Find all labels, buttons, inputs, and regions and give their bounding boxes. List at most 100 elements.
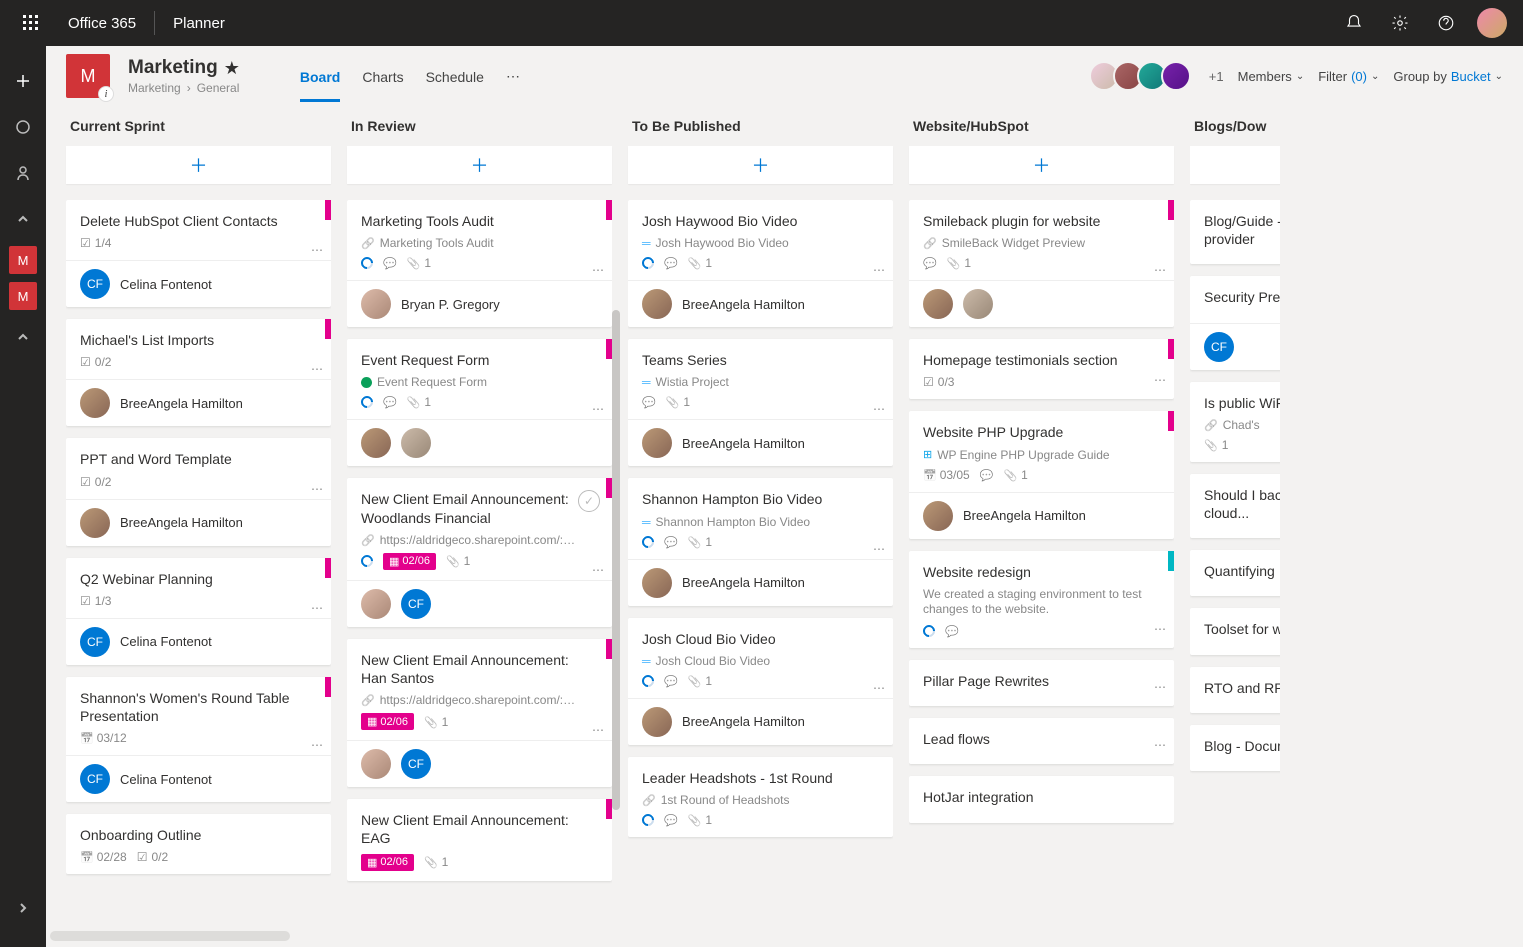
tab-charts[interactable]: Charts <box>362 51 403 102</box>
task-title: Is public WiFi safe? <box>1204 394 1280 412</box>
assignee-avatar <box>361 428 391 458</box>
member-overflow-count[interactable]: +1 <box>1209 69 1224 84</box>
assigned-to-me-icon[interactable] <box>0 150 46 196</box>
task-card[interactable]: Security PresentationCF <box>1190 276 1280 369</box>
task-card[interactable]: Lead flows ⋯ <box>909 718 1174 764</box>
task-card[interactable]: New Client Email Announcement: Han Santo… <box>347 639 612 787</box>
task-card[interactable]: Website redesign We created a staging en… <box>909 551 1174 648</box>
expand-rail-icon[interactable] <box>0 885 46 931</box>
progress-icon <box>640 811 657 828</box>
breadcrumb-group[interactable]: Marketing <box>128 81 181 95</box>
notifications-icon[interactable] <box>1331 0 1377 46</box>
task-card[interactable]: Shannon Hampton Bio Video ═Shannon Hampt… <box>628 478 893 605</box>
profile-avatar[interactable] <box>1469 0 1515 46</box>
task-card[interactable]: Blog - Document mgmt <box>1190 725 1280 771</box>
task-more-icon[interactable]: ⋯ <box>592 263 604 277</box>
task-title: Pillar Page Rewrites <box>923 672 1160 690</box>
task-more-icon[interactable]: ⋯ <box>873 542 885 556</box>
members-dropdown[interactable]: Members ⌄ <box>1238 69 1305 84</box>
planner-hub-icon[interactable] <box>0 104 46 150</box>
task-more-icon[interactable]: ⋯ <box>311 243 323 257</box>
task-card[interactable]: Event Request Form Event Request Form 1 … <box>347 339 612 466</box>
assignee-avatar <box>361 589 391 619</box>
task-more-icon[interactable]: ⋯ <box>592 723 604 737</box>
task-card[interactable]: Michael's List Imports 0/2 ⋯ BreeAngela … <box>66 319 331 426</box>
task-more-icon[interactable]: ⋯ <box>873 681 885 695</box>
groupby-dropdown[interactable]: Group by Bucket ⌄ <box>1393 69 1503 84</box>
task-card[interactable]: Josh Cloud Bio Video ═Josh Cloud Bio Vid… <box>628 618 893 745</box>
task-more-icon[interactable]: ⋯ <box>311 601 323 615</box>
task-card[interactable]: Q2 Webinar Planning 1/3 ⋯ CFCelina Fonte… <box>66 558 331 665</box>
add-task-button[interactable] <box>1190 146 1280 184</box>
task-more-icon[interactable]: ⋯ <box>1154 373 1166 387</box>
task-more-icon[interactable]: ⋯ <box>1154 738 1166 752</box>
favorite-star-icon[interactable]: ★ <box>224 58 240 79</box>
add-task-button[interactable]: ＋ <box>66 146 331 184</box>
add-task-button[interactable]: ＋ <box>628 146 893 184</box>
category-tag-cyan <box>1168 551 1174 571</box>
assignee-avatar: CF <box>401 589 431 619</box>
add-task-button[interactable]: ＋ <box>909 146 1174 184</box>
task-card[interactable]: Quantifying IT risk <box>1190 550 1280 596</box>
attachment-icon <box>424 715 438 729</box>
task-card[interactable]: HotJar integration <box>909 776 1174 822</box>
tab-schedule[interactable]: Schedule <box>426 51 484 102</box>
suite-brand[interactable]: Office 365 <box>54 15 150 32</box>
bucket-title[interactable]: Website/HubSpot <box>909 110 1174 146</box>
bucket-title[interactable]: To Be Published <box>628 110 893 146</box>
task-card[interactable]: Shannon's Women's Round Table Presentati… <box>66 677 331 802</box>
comment-icon <box>664 813 678 827</box>
assignee-avatar <box>80 508 110 538</box>
task-more-icon[interactable]: ⋯ <box>311 482 323 496</box>
task-card[interactable]: Josh Haywood Bio Video ═Josh Haywood Bio… <box>628 200 893 327</box>
new-plan-icon[interactable] <box>0 58 46 104</box>
task-card[interactable]: Homepage testimonials section 0/3 ⋯ <box>909 339 1174 399</box>
task-card[interactable]: RTO and RPO <box>1190 667 1280 713</box>
settings-gear-icon[interactable] <box>1377 0 1423 46</box>
app-name[interactable]: Planner <box>159 15 239 32</box>
task-more-icon[interactable]: ⋯ <box>311 738 323 752</box>
bucket-title[interactable]: In Review <box>347 110 612 146</box>
vertical-scrollbar[interactable] <box>612 310 620 810</box>
member-avatar-stack[interactable] <box>1095 61 1191 91</box>
task-more-icon[interactable]: ⋯ <box>1154 622 1166 636</box>
task-card[interactable]: New Client Email Announcement: Woodlands… <box>347 478 612 626</box>
task-card[interactable]: Teams Series ═Wistia Project 1 ⋯ BreeAng… <box>628 339 893 466</box>
tab-board[interactable]: Board <box>300 51 340 102</box>
category-tag-pink <box>1168 200 1174 220</box>
plan-info-icon[interactable]: i <box>98 86 114 102</box>
recent-plan-tile-1[interactable]: M <box>9 246 37 274</box>
chevron-up-icon[interactable] <box>0 196 46 242</box>
help-icon[interactable] <box>1423 0 1469 46</box>
recent-plan-tile-2[interactable]: M <box>9 282 37 310</box>
task-card[interactable]: Pillar Page Rewrites ⋯ <box>909 660 1174 706</box>
task-more-icon[interactable]: ⋯ <box>311 362 323 376</box>
bucket-title[interactable]: Current Sprint <box>66 110 331 146</box>
chevron-up-icon-2[interactable] <box>0 314 46 360</box>
task-card[interactable]: PPT and Word Template 0/2 ⋯ BreeAngela H… <box>66 438 331 545</box>
app-launcher-icon[interactable] <box>8 15 54 31</box>
task-more-icon[interactable]: ⋯ <box>873 263 885 277</box>
task-more-icon[interactable]: ⋯ <box>592 563 604 577</box>
task-card[interactable]: Website PHP Upgrade ⊞WP Engine PHP Upgra… <box>909 411 1174 538</box>
breadcrumb-channel[interactable]: General <box>197 81 240 95</box>
task-more-icon[interactable]: ⋯ <box>592 402 604 416</box>
filter-dropdown[interactable]: Filter (0) ⌄ <box>1318 69 1379 84</box>
task-card[interactable]: Is public WiFi safe?Chad's1 <box>1190 382 1280 462</box>
task-more-icon[interactable]: ⋯ <box>873 402 885 416</box>
task-card[interactable]: Should I backup OneDrive and other cloud… <box>1190 474 1280 538</box>
task-card[interactable]: Delete HubSpot Client Contacts 1/4 ⋯ CFC… <box>66 200 331 307</box>
add-task-button[interactable]: ＋ <box>347 146 612 184</box>
tab-more-icon[interactable]: ⋯ <box>506 51 520 102</box>
task-more-icon[interactable]: ⋯ <box>1154 680 1166 694</box>
task-more-icon[interactable]: ⋯ <box>1154 263 1166 277</box>
task-card[interactable]: Toolset for working on the go <box>1190 608 1280 654</box>
task-card[interactable]: Blog/Guide - How to choose an IT provide… <box>1190 200 1280 264</box>
task-card[interactable]: Smileback plugin for website SmileBack W… <box>909 200 1174 327</box>
task-card[interactable]: New Client Email Announcement: EAG ▦02/0… <box>347 799 612 880</box>
task-card[interactable]: Leader Headshots - 1st Round 1st Round o… <box>628 757 893 837</box>
task-card[interactable]: Marketing Tools Audit Marketing Tools Au… <box>347 200 612 327</box>
bucket-title[interactable]: Blogs/Dow <box>1190 110 1280 146</box>
task-card[interactable]: Onboarding Outline 02/28 0/2 <box>66 814 331 874</box>
horizontal-scrollbar[interactable] <box>50 931 290 941</box>
